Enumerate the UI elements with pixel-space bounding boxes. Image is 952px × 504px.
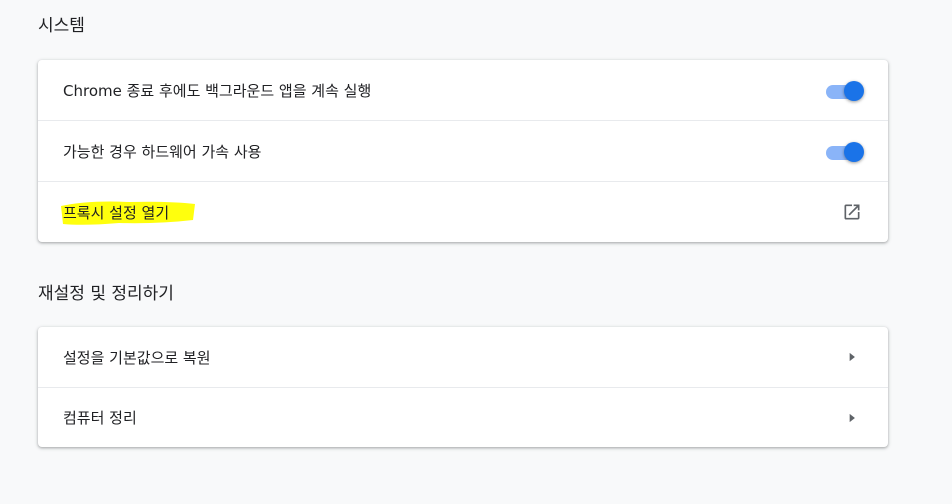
hardware-acceleration-toggle[interactable]: [824, 140, 864, 162]
cleanup-computer-row[interactable]: 컴퓨터 정리: [38, 387, 888, 447]
open-in-new-icon[interactable]: [840, 200, 864, 224]
background-apps-toggle[interactable]: [824, 79, 864, 101]
section-title-reset: 재설정 및 정리하기: [38, 284, 174, 304]
settings-page: 시스템 Chrome 종료 후에도 백그라운드 앱을 계속 실행 가능한 경우 …: [0, 0, 952, 504]
background-apps-label: Chrome 종료 후에도 백그라운드 앱을 계속 실행: [63, 81, 372, 100]
restore-defaults-row[interactable]: 설정을 기본값으로 복원: [38, 327, 888, 387]
section-title-system: 시스템: [38, 16, 85, 36]
background-apps-row[interactable]: Chrome 종료 후에도 백그라운드 앱을 계속 실행: [38, 60, 888, 120]
proxy-settings-label-container: 프록시 설정 열기: [61, 201, 840, 225]
hardware-acceleration-row[interactable]: 가능한 경우 하드웨어 가속 사용: [38, 120, 888, 181]
restore-defaults-label: 설정을 기본값으로 복원: [63, 348, 211, 367]
proxy-settings-row[interactable]: 프록시 설정 열기: [38, 181, 888, 242]
arrow-right-icon[interactable]: [840, 345, 864, 369]
reset-settings-card: 설정을 기본값으로 복원 컴퓨터 정리: [38, 327, 888, 447]
toggle-knob: [844, 142, 864, 162]
system-settings-card: Chrome 종료 후에도 백그라운드 앱을 계속 실행 가능한 경우 하드웨어…: [38, 60, 888, 242]
toggle-knob: [844, 81, 864, 101]
highlighted-text: 프록시 설정 열기: [61, 201, 195, 225]
hardware-acceleration-label: 가능한 경우 하드웨어 가속 사용: [63, 142, 262, 161]
proxy-settings-label: 프록시 설정 열기: [63, 203, 170, 222]
cleanup-computer-label: 컴퓨터 정리: [63, 409, 137, 427]
arrow-right-icon[interactable]: [840, 406, 864, 430]
